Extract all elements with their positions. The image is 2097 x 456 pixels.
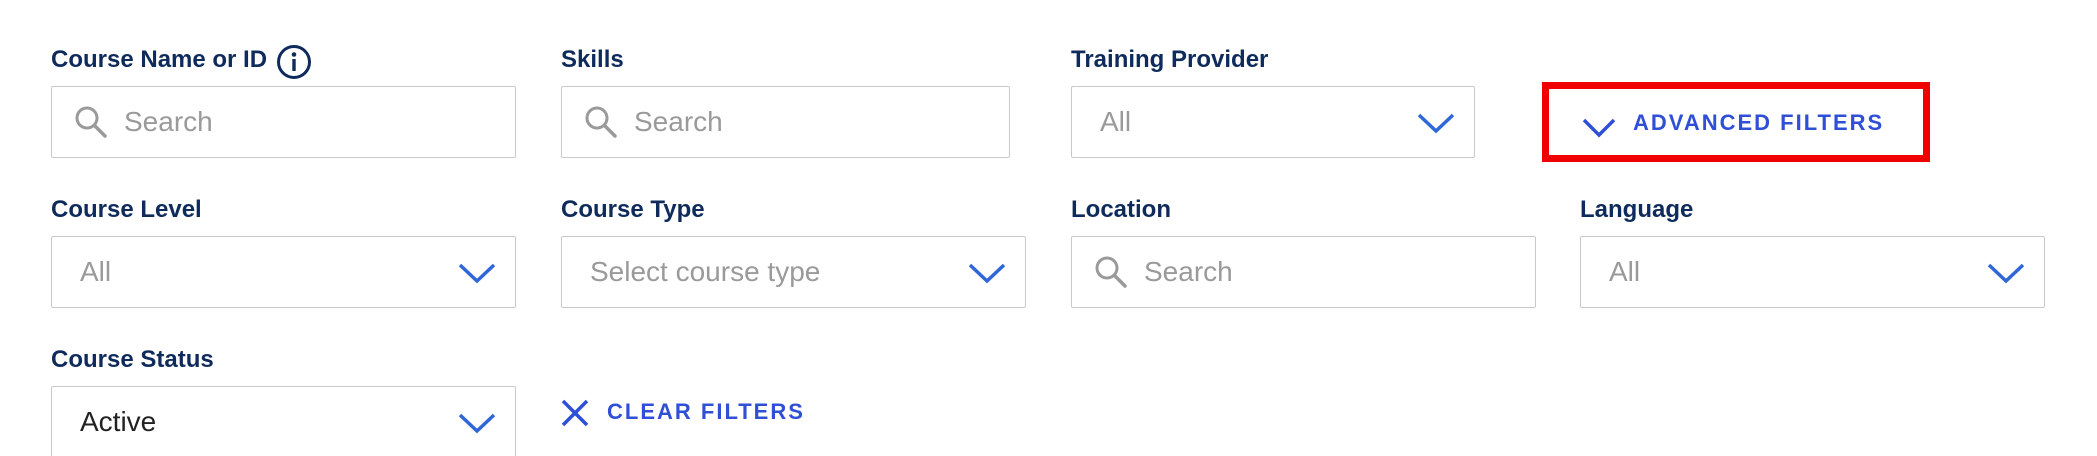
course-status-select[interactable]: Active: [51, 386, 516, 456]
course-type-select[interactable]: Select course type: [561, 236, 1026, 308]
course-level-value: All: [80, 256, 112, 287]
skills-label: Skills: [561, 46, 624, 73]
course-level-select[interactable]: All: [51, 236, 516, 308]
info-icon[interactable]: [276, 44, 312, 80]
course-status-value: Active: [80, 406, 157, 437]
course-level-label: Course Level: [51, 196, 202, 223]
chevron-down-icon: [968, 263, 1006, 284]
close-icon: [561, 399, 589, 427]
location-search-input[interactable]: Search: [1071, 236, 1536, 308]
course-type-value: Select course type: [590, 256, 821, 287]
location-label: Location: [1071, 196, 1171, 223]
training-provider-label: Training Provider: [1071, 46, 1269, 73]
filters-panel: Course Name or ID Search Skills Search T…: [0, 0, 2097, 456]
chevron-down-icon: [1417, 113, 1455, 134]
skills-placeholder: Search: [634, 106, 723, 137]
course-type-label: Course Type: [561, 196, 705, 223]
advanced-filters-label: ADVANCED FILTERS: [1633, 110, 1885, 135]
training-provider-value: All: [1100, 106, 1132, 137]
search-icon: [585, 106, 617, 138]
course-name-placeholder: Search: [124, 106, 213, 137]
course-status-label: Course Status: [51, 346, 214, 373]
language-select[interactable]: All: [1580, 236, 2045, 308]
skills-search-input[interactable]: Search: [561, 86, 1010, 158]
search-icon: [75, 106, 107, 138]
language-label: Language: [1580, 196, 1694, 223]
training-provider-select[interactable]: All: [1071, 86, 1475, 158]
course-name-label: Course Name or ID: [51, 46, 268, 73]
search-icon: [1095, 256, 1127, 288]
chevron-down-icon: [458, 263, 496, 284]
advanced-filters-button[interactable]: ADVANCED FILTERS: [1542, 82, 1930, 162]
chevron-down-icon: [458, 413, 496, 434]
chevron-down-icon: [1987, 263, 2025, 284]
chevron-down-icon: [1582, 118, 1616, 138]
location-placeholder: Search: [1144, 256, 1233, 287]
language-value: All: [1609, 256, 1641, 287]
course-name-search-input[interactable]: Search: [51, 86, 516, 158]
clear-filters-label: CLEAR FILTERS: [607, 399, 805, 424]
